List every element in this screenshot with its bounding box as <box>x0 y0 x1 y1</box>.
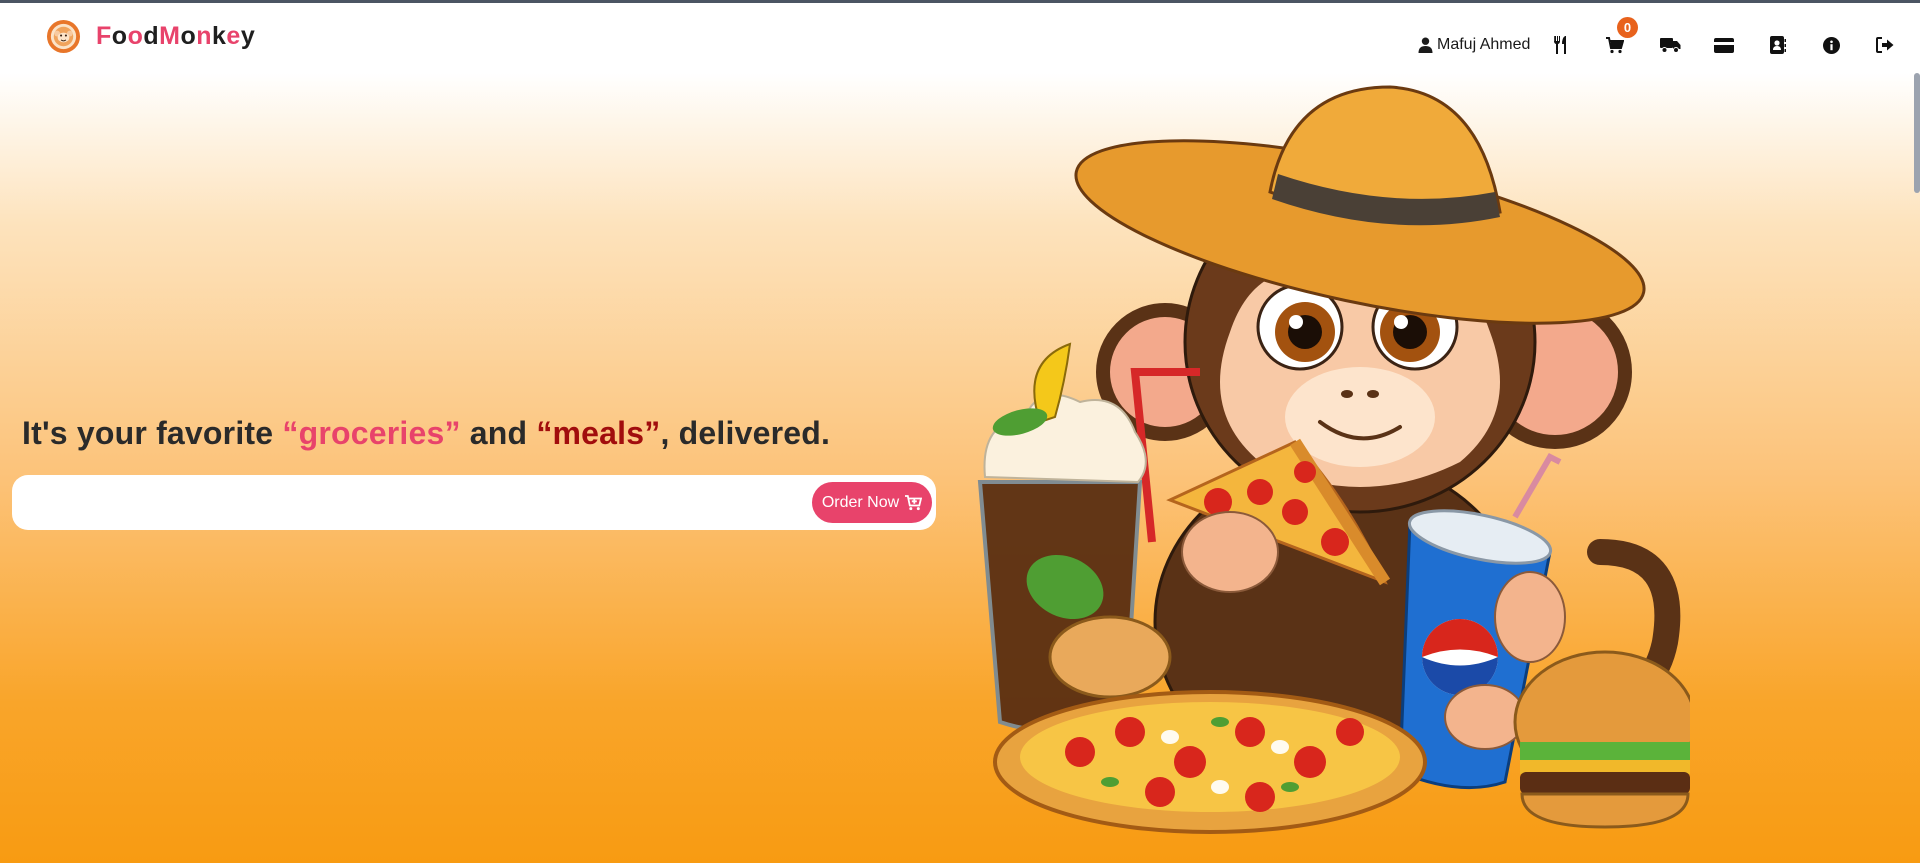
scrollbar-thumb[interactable] <box>1914 73 1920 193</box>
utensils-icon <box>1554 36 1566 54</box>
brand-letter: o <box>111 22 128 50</box>
headline-text-pre: It's your favorite <box>22 415 283 451</box>
nav-bar: Mafuj Ahmed <box>1418 33 1530 57</box>
delivery-link[interactable] <box>1658 33 1682 57</box>
header: FoodMonkey Mafuj Ahmed 0 <box>0 3 1920 73</box>
headline-text-mid: and <box>460 415 537 451</box>
brand-letter: k <box>212 22 227 50</box>
page: FoodMonkey Mafuj Ahmed 0 It's your favor… <box>0 0 1920 863</box>
brand-letter: e <box>226 22 241 50</box>
brand-name: FoodMonkey <box>96 24 255 49</box>
contacts-link[interactable] <box>1766 33 1790 57</box>
brand-letter: o <box>127 22 144 50</box>
about-link[interactable] <box>1819 33 1843 57</box>
cart-icon <box>1606 36 1624 53</box>
hero-headline: It's your favorite “groceries” and “meal… <box>22 415 830 452</box>
info-icon <box>1822 36 1840 54</box>
cart-count-badge: 0 <box>1617 17 1638 38</box>
headline-highlight-meals: “meals” <box>536 415 661 451</box>
order-now-label: Order Now <box>821 493 900 511</box>
order-now-button[interactable]: Order Now <box>812 482 932 523</box>
contact-book-icon <box>1770 36 1786 54</box>
cart-plus-icon <box>905 494 923 510</box>
brand-letter: F <box>96 22 112 50</box>
user-name: Mafuj Ahmed <box>1437 36 1531 53</box>
cart-link[interactable]: 0 <box>1603 17 1638 57</box>
logout-link[interactable] <box>1873 33 1897 57</box>
brand-letter: n <box>196 22 213 50</box>
brand-letter: M <box>159 22 181 50</box>
headline-highlight-groceries: “groceries” <box>282 415 461 451</box>
search-input[interactable] <box>32 485 782 519</box>
user-icon <box>1418 37 1433 53</box>
credit-card-icon <box>1714 37 1734 53</box>
brand-letter: d <box>143 22 160 50</box>
monkey-logo-icon <box>46 19 81 54</box>
search-bar: Order Now <box>12 475 936 530</box>
user-profile-link[interactable]: Mafuj Ahmed <box>1418 36 1530 54</box>
brand-link[interactable]: FoodMonkey <box>46 19 255 54</box>
truck-icon <box>1659 38 1680 53</box>
menu-link[interactable] <box>1549 33 1573 57</box>
brand-letter: o <box>180 22 197 50</box>
sign-out-icon <box>1876 37 1894 53</box>
monkey-eating-pizza-illustration <box>977 85 1690 834</box>
brand-letter: y <box>240 22 256 50</box>
payment-link[interactable] <box>1712 33 1736 57</box>
headline-text-post: , delivered. <box>660 415 831 451</box>
